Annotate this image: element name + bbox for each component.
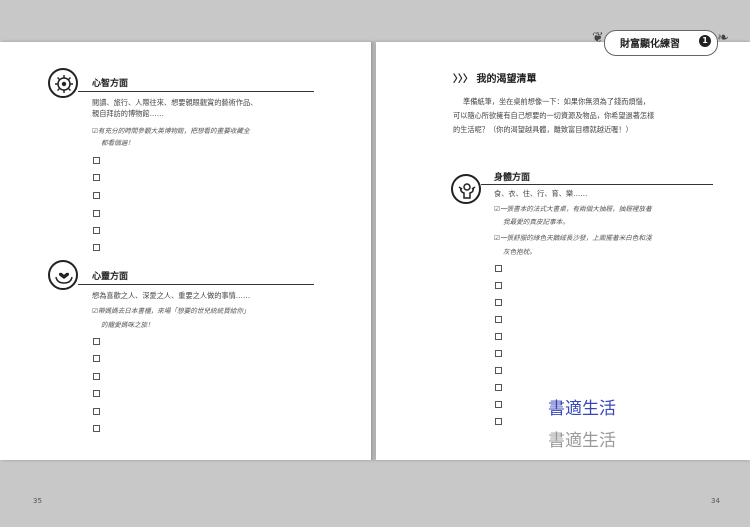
checkbox[interactable] — [93, 425, 100, 432]
handwritten-note: 都看個遍！ — [101, 139, 134, 147]
ornament-left-icon: ❦ — [592, 30, 604, 46]
handwritten-note: 灰色抱枕。 — [503, 248, 536, 256]
chapter-number: 1 — [699, 35, 711, 47]
checkbox[interactable] — [93, 227, 100, 234]
section-divider — [78, 284, 314, 285]
watermark-gray: 書適生活 — [548, 431, 616, 451]
chapter-title: 財富顯化練習 — [620, 39, 680, 50]
section-description-line: 閱讀、旅行、人際往來、想要親眼觀賞的藝術作品、 — [92, 98, 258, 107]
section-title-spirit: 心靈方面 — [92, 272, 129, 282]
watermark-blue: 書適生活 — [548, 399, 616, 419]
checkbox[interactable] — [495, 367, 502, 374]
checkbox[interactable] — [495, 384, 502, 391]
section-description-line: 想為喜歡之人、深愛之人、重要之人做的事情…… — [92, 291, 251, 300]
ornament-right-icon: ❧ — [717, 30, 729, 46]
hands-heart-icon — [48, 260, 78, 290]
checkbox[interactable] — [495, 299, 502, 306]
checkbox[interactable] — [93, 338, 100, 345]
checkbox[interactable] — [93, 174, 100, 181]
intro-line: 可以隨心所欲擁有自己想要的一切資源及物品，你希望過著怎樣 — [453, 111, 655, 120]
strong-person-icon — [451, 174, 481, 204]
intro-line: 準備紙筆，坐在桌前想像一下：如果你無須為了錢而煩惱， — [463, 97, 650, 106]
section-description-line: 食、衣、住、行、育、樂…… — [494, 189, 588, 198]
checkbox[interactable] — [495, 350, 502, 357]
handwritten-note: ☑一張舒服的綠色天鵝絨長沙發，上面擺著米白色和淺 — [494, 234, 652, 242]
checkbox[interactable] — [93, 408, 100, 415]
checkbox[interactable] — [495, 282, 502, 289]
page-number-left: 35 — [33, 497, 42, 505]
brain-gear-icon — [48, 68, 78, 98]
handwritten-note: 的寵愛媽咪之旅！ — [101, 321, 154, 329]
section-description-line: 親自拜訪的博物館…… — [92, 109, 164, 118]
intro-line: 的生活呢？（你的渴望越具體，離致富目標就越近喔！） — [453, 125, 633, 134]
checkbox[interactable] — [495, 418, 502, 425]
checkbox[interactable] — [93, 390, 100, 397]
checkbox[interactable] — [93, 210, 100, 217]
section-title-body: 身體方面 — [494, 173, 531, 183]
checkbox[interactable] — [93, 373, 100, 380]
checkbox[interactable] — [93, 355, 100, 362]
checkbox[interactable] — [495, 265, 502, 272]
checkbox[interactable] — [93, 244, 100, 251]
checkbox[interactable] — [495, 316, 502, 323]
checkbox[interactable] — [93, 192, 100, 199]
checkbox[interactable] — [93, 157, 100, 164]
handwritten-note: 我最愛的真皮記事本。 — [503, 218, 569, 226]
section-title-mind: 心智方面 — [92, 79, 129, 89]
list-title: 〉〉〉 我的渴望清單 — [453, 74, 537, 85]
section-divider — [481, 184, 713, 185]
section-divider — [78, 91, 314, 92]
checkbox[interactable] — [495, 401, 502, 408]
page-number-right: 34 — [711, 497, 720, 505]
handwritten-note: ☑一張書本的法式大書桌，有兩個大抽屜，抽屜裡放著 — [494, 205, 652, 213]
checkbox[interactable] — [495, 333, 502, 340]
handwritten-note: ☑有充分的時間參觀大英博物館，把想看的畫要收藏全 — [92, 127, 250, 135]
handwritten-note: ☑帶媽媽去日本書櫃，來場「想要的世兒統統買給你」 — [92, 307, 250, 315]
